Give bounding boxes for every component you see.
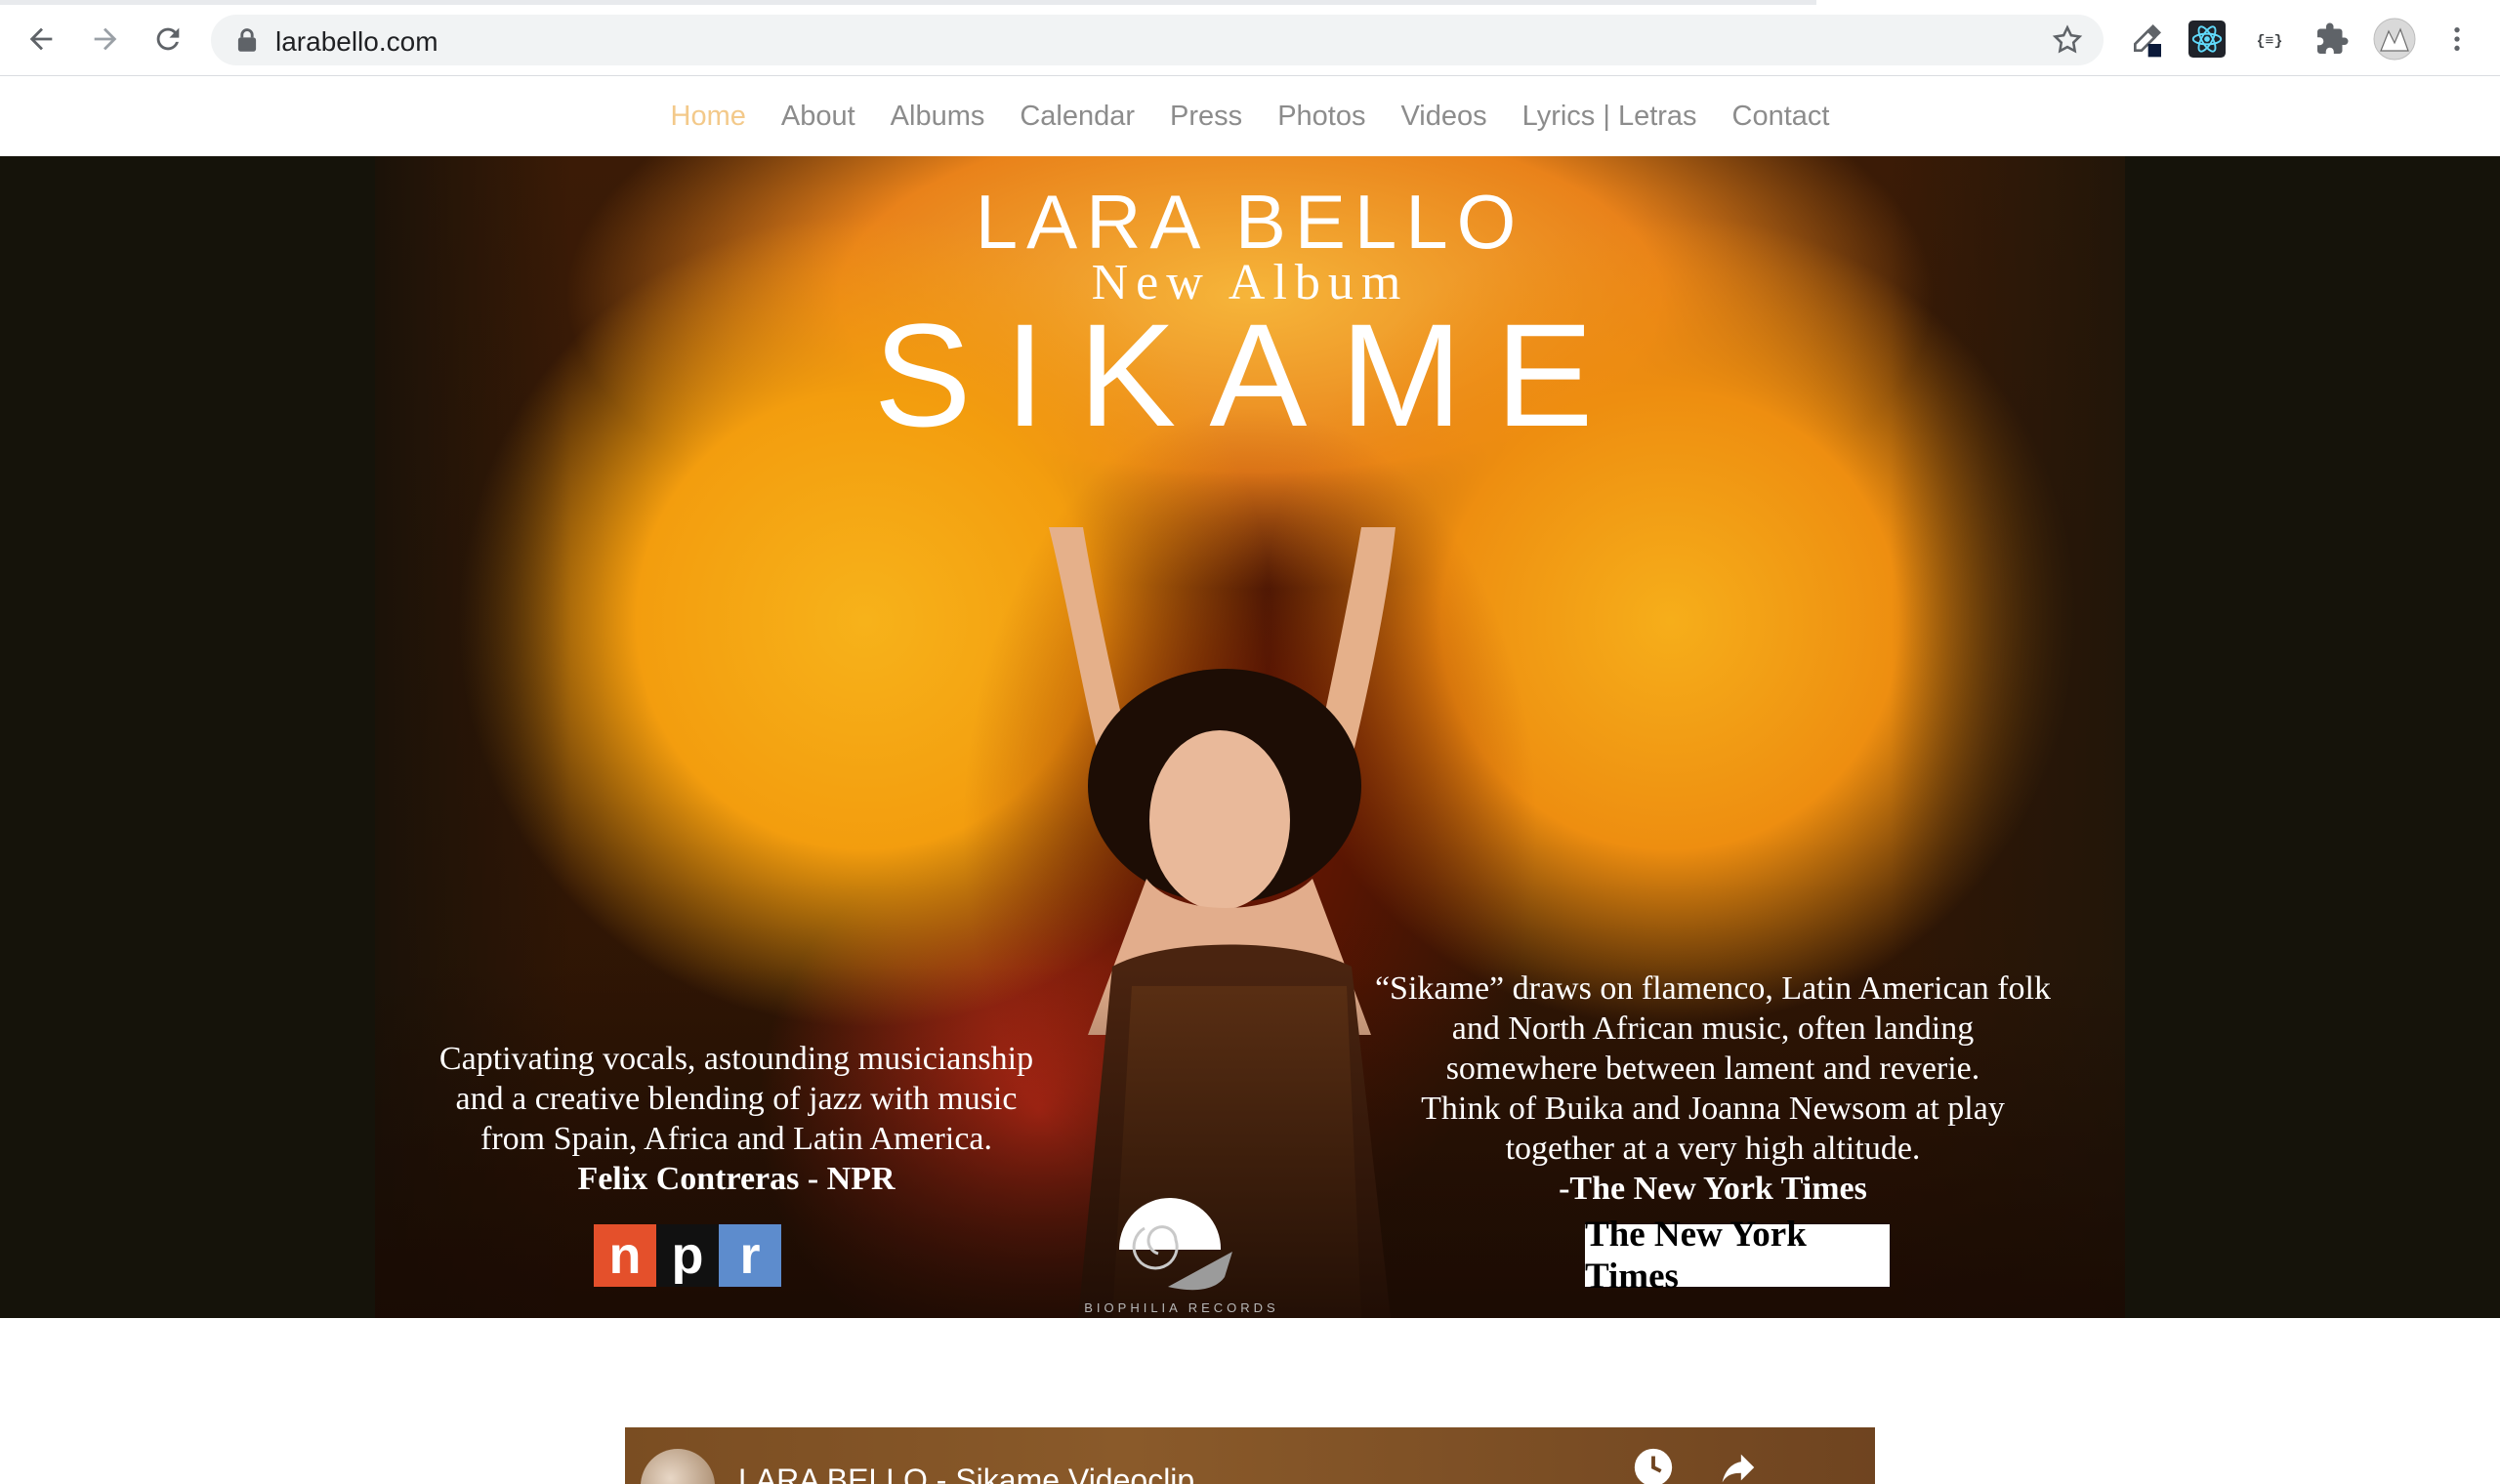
quote-line: and a creative blending of jazz with mus… <box>455 1081 1018 1117</box>
nav-contact[interactable]: Contact <box>1715 101 1848 133</box>
browser-toolbar: larabello.com {≡} <box>0 0 2500 76</box>
svg-text:{≡}: {≡} <box>2256 33 2282 50</box>
npr-quote: Captivating vocals, astounding musicians… <box>391 1039 1082 1199</box>
nav-lyrics[interactable]: Lyrics | Letras <box>1505 101 1715 133</box>
site-navigation: Home About Albums Calendar Press Photos … <box>0 76 2500 157</box>
puzzle-extensions-icon <box>2317 22 2349 54</box>
quote-line: Think of Buika and Joanna Newsom at play <box>1421 1091 2005 1127</box>
quote-attribution: Felix Contreras - NPR <box>577 1161 896 1197</box>
embedded-video[interactable]: LARA BELLO - Sikame Videoclip <box>625 1427 1875 1484</box>
nyt-logo: The New York Times <box>1585 1215 1890 1297</box>
video-title[interactable]: LARA BELLO - Sikame Videoclip <box>738 1463 1194 1484</box>
forward-button[interactable] <box>84 18 127 61</box>
quote-line: Captivating vocals, astounding musicians… <box>438 1041 1034 1077</box>
quote-attribution: -The New York Times <box>1559 1171 1867 1207</box>
share-icon[interactable] <box>1715 1445 1760 1484</box>
lock-icon <box>237 28 257 52</box>
star-icon[interactable] <box>2051 23 2084 57</box>
address-bar[interactable]: larabello.com <box>211 15 2104 65</box>
reload-icon <box>156 27 180 51</box>
watch-later-icon[interactable] <box>1631 1445 1676 1484</box>
forward-arrow-icon <box>94 27 117 51</box>
nav-videos[interactable]: Videos <box>1383 101 1504 133</box>
nav-calendar[interactable]: Calendar <box>1002 101 1152 133</box>
browser-menu-button[interactable] <box>2436 18 2479 61</box>
nyt-quote: “Sikame” draws on flamenco, Latin Americ… <box>1342 969 2084 1209</box>
url-text: larabello.com <box>275 26 438 57</box>
nav-albums[interactable]: Albums <box>873 101 1003 133</box>
quote-line: from Spain, Africa and Latin America. <box>480 1121 992 1157</box>
tab-strip-edge <box>0 0 1816 5</box>
kebab-menu-icon <box>2454 27 2460 51</box>
back-arrow-icon <box>29 27 53 51</box>
react-devtools-button[interactable] <box>2186 18 2229 61</box>
back-button[interactable] <box>20 18 62 61</box>
album-title: SIKAME <box>873 293 1627 457</box>
reload-button[interactable] <box>146 18 189 61</box>
biophilia-shell-logo <box>1119 1197 1232 1291</box>
profile-button[interactable] <box>2373 18 2416 61</box>
nav-photos[interactable]: Photos <box>1260 101 1383 133</box>
nav-home[interactable]: Home <box>653 101 764 133</box>
react-devtools-icon <box>2188 21 2226 58</box>
eyedropper-extension-button[interactable] <box>2125 18 2168 61</box>
quote-line: together at a very high altitude. <box>1505 1131 1921 1167</box>
eyedropper-extension-icon <box>2134 24 2161 58</box>
channel-avatar[interactable] <box>641 1449 715 1484</box>
hero-banner: LARA BELLO New Album SIKAME Captivating … <box>375 156 2125 1318</box>
nav-press[interactable]: Press <box>1152 101 1260 133</box>
json-formatter-icon: {≡} <box>2256 33 2282 50</box>
quote-line: somewhere between lament and reverie. <box>1445 1051 1980 1087</box>
json-formatter-button[interactable]: {≡} <box>2248 18 2291 61</box>
quote-line: and North African music, often landing <box>1451 1010 1975 1047</box>
profile-avatar-icon <box>2373 18 2416 61</box>
record-label-name: BIOPHILIA RECORDS <box>1084 1300 1279 1315</box>
npr-logo: n p r <box>594 1224 781 1287</box>
quote-line: “Sikame” draws on flamenco, Latin Americ… <box>1374 970 2052 1007</box>
nav-about[interactable]: About <box>764 101 873 133</box>
extensions-button[interactable] <box>2311 18 2354 61</box>
